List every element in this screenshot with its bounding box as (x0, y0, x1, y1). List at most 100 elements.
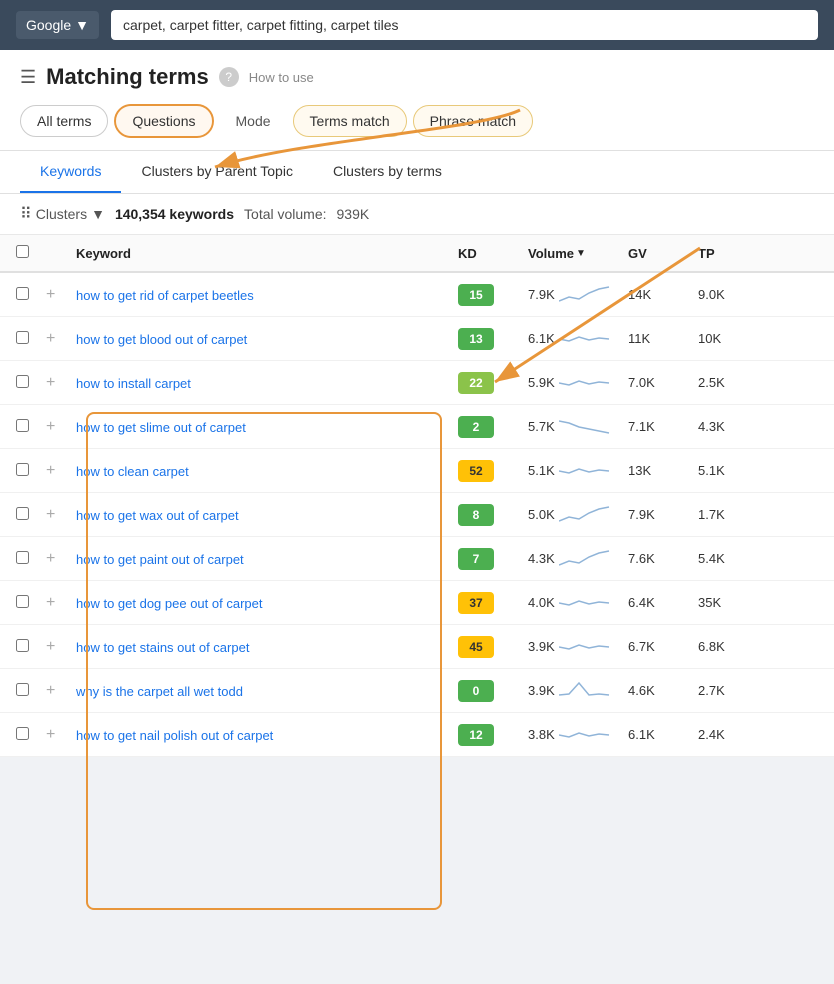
table-row: + how to get paint out of carpet 7 4.3K … (0, 537, 834, 581)
clusters-bar: ⠿ Clusters ▼ 140,354 keywords Total volu… (0, 194, 834, 235)
row-checkbox[interactable] (16, 287, 46, 303)
table-body: + how to get rid of carpet beetles 15 7.… (0, 273, 834, 757)
gv-cell: 13K (628, 463, 698, 478)
clusters-chevron-icon: ▼ (91, 206, 105, 222)
help-icon[interactable]: ? (219, 67, 239, 87)
row-checkbox[interactable] (16, 331, 46, 347)
add-button[interactable]: + (46, 550, 55, 568)
th-gv: GV (628, 246, 698, 261)
row-checkbox[interactable] (16, 639, 46, 655)
tab-questions[interactable]: Questions (114, 104, 213, 138)
row-checkbox[interactable] (16, 463, 46, 479)
keyword-link[interactable]: how to get rid of carpet beetles (76, 288, 254, 303)
table-row: + how to get nail polish out of carpet 1… (0, 713, 834, 757)
keyword-link[interactable]: how to get slime out of carpet (76, 420, 246, 435)
keyword-link[interactable]: how to get nail polish out of carpet (76, 728, 273, 743)
add-button[interactable]: + (46, 638, 55, 656)
row-checkbox[interactable] (16, 595, 46, 611)
gv-cell: 7.6K (628, 551, 698, 566)
row-add[interactable]: + (46, 506, 76, 524)
kd-badge: 12 (458, 724, 494, 746)
row-add[interactable]: + (46, 418, 76, 436)
tab-phrase-match[interactable]: Phrase match (413, 105, 533, 137)
gv-cell: 6.4K (628, 595, 698, 610)
engine-label: Google (26, 17, 71, 33)
sub-tab-keywords[interactable]: Keywords (20, 151, 121, 193)
volume-cell: 4.0K (528, 595, 555, 610)
row-add[interactable]: + (46, 682, 76, 700)
row-checkbox[interactable] (16, 551, 46, 567)
keyword-link[interactable]: how to install carpet (76, 376, 191, 391)
kd-badge: 0 (458, 680, 494, 702)
add-button[interactable]: + (46, 418, 55, 436)
row-checkbox[interactable] (16, 375, 46, 391)
engine-selector[interactable]: Google ▼ (16, 11, 99, 39)
add-button[interactable]: + (46, 726, 55, 744)
keyword-link[interactable]: how to get stains out of carpet (76, 640, 249, 655)
gv-cell: 14K (628, 287, 698, 302)
row-checkbox[interactable] (16, 683, 46, 699)
row-add[interactable]: + (46, 638, 76, 656)
kd-badge: 13 (458, 328, 494, 350)
gv-cell: 7.0K (628, 375, 698, 390)
tp-cell: 5.1K (698, 463, 758, 478)
volume-cell: 7.9K (528, 287, 555, 302)
keyword-link[interactable]: how to get paint out of carpet (76, 552, 244, 567)
keyword-link[interactable]: how to get blood out of carpet (76, 332, 247, 347)
th-checkbox (16, 245, 46, 261)
row-checkbox[interactable] (16, 727, 46, 743)
row-add[interactable]: + (46, 550, 76, 568)
add-button[interactable]: + (46, 682, 55, 700)
search-input[interactable] (111, 10, 818, 40)
table-row: + how to install carpet 22 5.9K 7.0K 2.5… (0, 361, 834, 405)
keyword-link[interactable]: how to get dog pee out of carpet (76, 596, 262, 611)
filter-tabs: All terms Questions Mode Terms match Phr… (20, 104, 814, 150)
row-checkbox[interactable] (16, 507, 46, 523)
keyword-link[interactable]: how to get wax out of carpet (76, 508, 239, 523)
table-header: Keyword KD Volume ▼ GV TP (0, 235, 834, 273)
row-checkbox[interactable] (16, 419, 46, 435)
kd-badge: 15 (458, 284, 494, 306)
add-button[interactable]: + (46, 374, 55, 392)
row-add[interactable]: + (46, 374, 76, 392)
tp-cell: 35K (698, 595, 758, 610)
sparkline-icon (559, 545, 614, 572)
keyword-link[interactable]: why is the carpet all wet todd (76, 684, 243, 699)
table-row: + how to get blood out of carpet 13 6.1K… (0, 317, 834, 361)
clusters-label: Clusters (36, 206, 87, 222)
tab-all-terms[interactable]: All terms (20, 105, 108, 137)
row-add[interactable]: + (46, 286, 76, 304)
add-button[interactable]: + (46, 594, 55, 612)
keyword-link[interactable]: how to clean carpet (76, 464, 189, 479)
row-add[interactable]: + (46, 594, 76, 612)
tp-cell: 2.5K (698, 375, 758, 390)
table-row: + how to get wax out of carpet 8 5.0K 7.… (0, 493, 834, 537)
table-row: + how to get rid of carpet beetles 15 7.… (0, 273, 834, 317)
row-add[interactable]: + (46, 726, 76, 744)
select-all-checkbox[interactable] (16, 245, 29, 258)
kd-badge: 22 (458, 372, 494, 394)
how-to-use-link[interactable]: How to use (249, 70, 314, 85)
row-add[interactable]: + (46, 462, 76, 480)
add-button[interactable]: + (46, 462, 55, 480)
row-add[interactable]: + (46, 330, 76, 348)
gv-cell: 7.1K (628, 419, 698, 434)
menu-icon[interactable]: ☰ (20, 67, 36, 88)
sparkline-icon (559, 589, 614, 616)
tab-terms-match[interactable]: Terms match (293, 105, 407, 137)
total-volume-value: 939K (337, 206, 370, 222)
add-button[interactable]: + (46, 330, 55, 348)
sub-tab-clusters-terms[interactable]: Clusters by terms (313, 151, 462, 193)
th-kd[interactable]: KD (458, 246, 528, 261)
gv-cell: 6.1K (628, 727, 698, 742)
th-keyword: Keyword (76, 246, 458, 261)
add-button[interactable]: + (46, 506, 55, 524)
sub-tab-clusters-parent[interactable]: Clusters by Parent Topic (121, 151, 312, 193)
tp-cell: 9.0K (698, 287, 758, 302)
clusters-dropdown[interactable]: ⠿ Clusters ▼ (20, 204, 105, 224)
tab-mode[interactable]: Mode (220, 106, 287, 136)
volume-cell: 4.3K (528, 551, 555, 566)
add-button[interactable]: + (46, 286, 55, 304)
keyword-table: Keyword KD Volume ▼ GV TP + how to get r… (0, 235, 834, 757)
th-volume[interactable]: Volume ▼ (528, 246, 628, 261)
